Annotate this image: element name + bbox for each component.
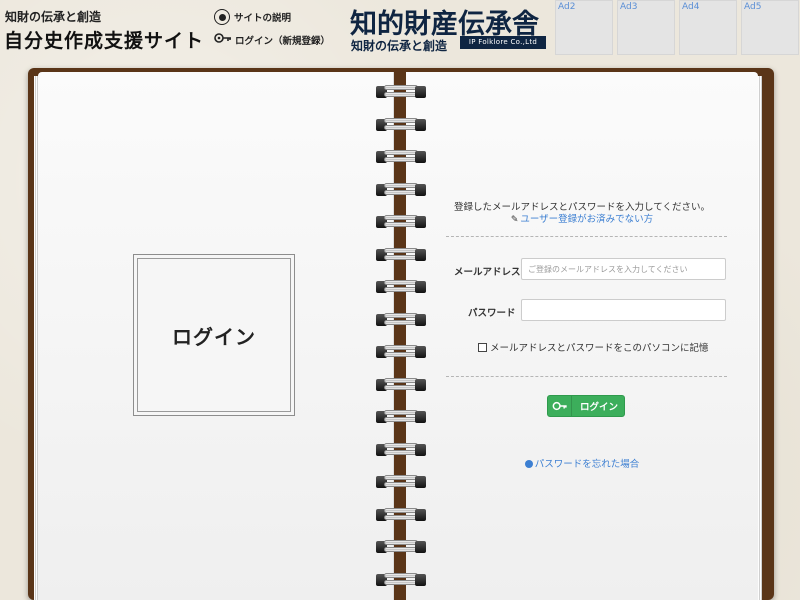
register-link[interactable]: ✎ ユーザー登録がお済みでない方	[406, 211, 758, 225]
divider	[446, 376, 727, 377]
site-subtitle: 知財の伝承と創造	[5, 10, 102, 24]
spiral-ring	[374, 344, 428, 360]
nav-login-register[interactable]: ログイン（新規登録）	[214, 32, 330, 47]
spiral-ring	[374, 182, 428, 198]
ad-slot-2[interactable]: Ad2	[555, 0, 613, 55]
spiral-ring	[374, 409, 428, 425]
login-title-box: ログイン	[133, 254, 295, 416]
divider	[446, 236, 727, 237]
spiral-binding	[374, 84, 428, 594]
key-icon	[548, 396, 572, 416]
spiral-ring	[374, 279, 428, 295]
ad-slot-4[interactable]: Ad4	[679, 0, 737, 55]
nav-login-register-label: ログイン（新規登録）	[235, 35, 331, 47]
spiral-ring	[374, 507, 428, 523]
key-icon	[214, 32, 232, 47]
login-heading: ログイン	[172, 324, 256, 349]
email-field[interactable]	[521, 258, 726, 280]
logo-sub-text: 知財の伝承と創造	[351, 39, 448, 53]
spiral-ring	[374, 572, 428, 588]
forgot-password-link[interactable]: パスワードを忘れた場合	[406, 456, 758, 470]
ad-slot-5[interactable]: Ad5	[741, 0, 799, 55]
notebook-right-page	[406, 72, 758, 600]
remember-credentials[interactable]: メールアドレスとパスワードをこのパソコンに記憶	[478, 340, 709, 354]
info-dot-icon	[524, 460, 533, 468]
password-label: パスワード	[468, 308, 516, 319]
right-page-edge	[758, 76, 762, 600]
password-field[interactable]	[521, 299, 726, 321]
remember-label: メールアドレスとパスワードをこのパソコンに記憶	[490, 343, 709, 354]
spiral-ring	[374, 377, 428, 393]
nav-site-description-label: サイトの説明	[234, 13, 292, 24]
forgot-password-label: パスワードを忘れた場合	[534, 459, 640, 470]
spiral-ring	[374, 117, 428, 133]
spiral-ring	[374, 84, 428, 100]
ad-slot-3[interactable]: Ad3	[617, 0, 675, 55]
nav-site-description[interactable]: サイトの説明	[214, 9, 291, 25]
logo-badge: IP Folklore Co.,Ltd	[460, 36, 546, 49]
pencil-icon: ✎	[510, 215, 519, 225]
spiral-ring	[374, 149, 428, 165]
remember-checkbox[interactable]	[478, 342, 487, 352]
login-button[interactable]: ログイン	[547, 395, 625, 417]
company-logo[interactable]: 知的財産伝承舎 知財の伝承と創造 IP Folklore Co.,Ltd	[350, 0, 548, 54]
info-circle-icon	[214, 9, 230, 25]
spiral-ring	[374, 247, 428, 263]
site-title[interactable]: 自分史作成支援サイト	[4, 26, 204, 53]
spiral-ring	[374, 312, 428, 328]
spiral-ring	[374, 539, 428, 555]
login-button-label: ログイン	[580, 402, 619, 413]
register-link-label: ユーザー登録がお済みでない方	[520, 214, 654, 225]
spiral-ring	[374, 474, 428, 490]
email-label: メールアドレス	[454, 267, 521, 278]
